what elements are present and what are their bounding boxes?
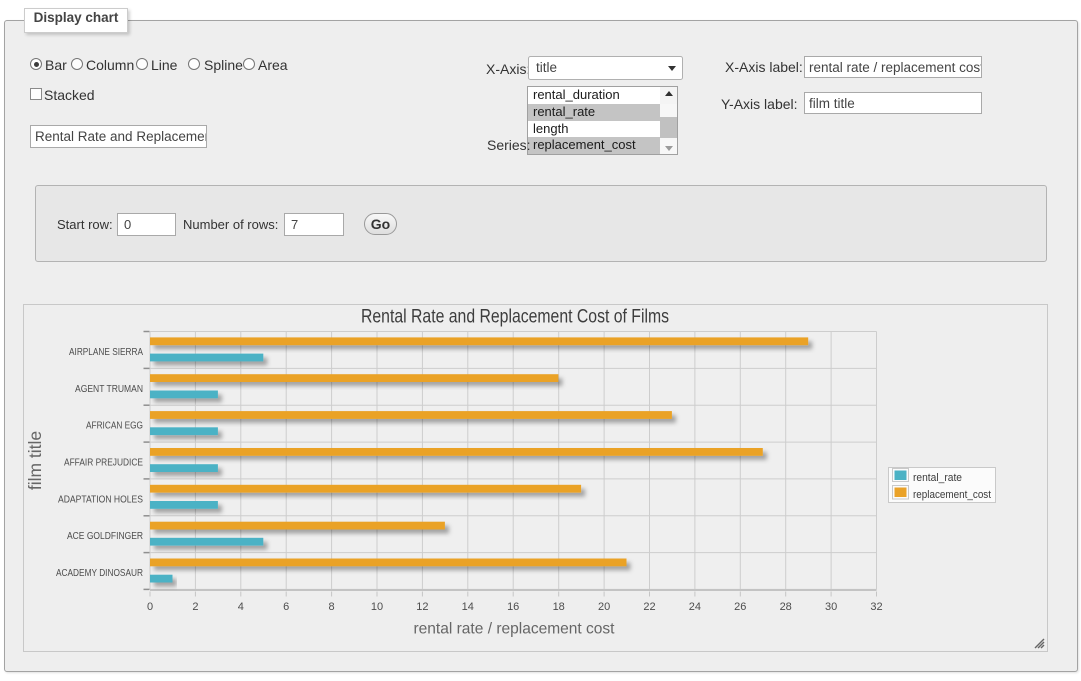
svg-text:AIRPLANE SIERRA: AIRPLANE SIERRA [69, 347, 143, 358]
svg-text:rental_rate: rental_rate [913, 472, 962, 484]
svg-text:24: 24 [689, 601, 701, 613]
svg-text:2: 2 [192, 601, 198, 613]
svg-text:AGENT TRUMAN: AGENT TRUMAN [75, 384, 143, 395]
svg-text:14: 14 [462, 601, 474, 613]
svg-text:replacement_cost: replacement_cost [913, 489, 991, 501]
svg-text:10: 10 [371, 601, 383, 613]
svg-text:6: 6 [283, 601, 289, 613]
svg-text:16: 16 [507, 601, 519, 613]
svg-text:ADAPTATION HOLES: ADAPTATION HOLES [58, 494, 143, 505]
svg-text:ACADEMY DINOSAUR: ACADEMY DINOSAUR [56, 568, 143, 579]
svg-text:4: 4 [238, 601, 244, 613]
svg-text:ACE GOLDFINGER: ACE GOLDFINGER [67, 531, 143, 542]
svg-text:28: 28 [780, 601, 792, 613]
svg-text:32: 32 [870, 601, 882, 613]
svg-text:12: 12 [416, 601, 428, 613]
svg-text:18: 18 [553, 601, 565, 613]
svg-text:AFFAIR PREJUDICE: AFFAIR PREJUDICE [64, 458, 143, 469]
svg-text:30: 30 [825, 601, 837, 613]
svg-text:20: 20 [598, 601, 610, 613]
svg-text:film title: film title [25, 431, 45, 490]
svg-text:8: 8 [329, 601, 335, 613]
svg-text:AFRICAN EGG: AFRICAN EGG [86, 421, 143, 432]
svg-text:rental rate / replacement cost: rental rate / replacement cost [414, 621, 616, 638]
svg-text:0: 0 [147, 601, 153, 613]
svg-text:22: 22 [643, 601, 655, 613]
svg-text:26: 26 [734, 601, 746, 613]
svg-text:Rental Rate and Replacement Co: Rental Rate and Replacement Cost of Film… [361, 306, 669, 328]
